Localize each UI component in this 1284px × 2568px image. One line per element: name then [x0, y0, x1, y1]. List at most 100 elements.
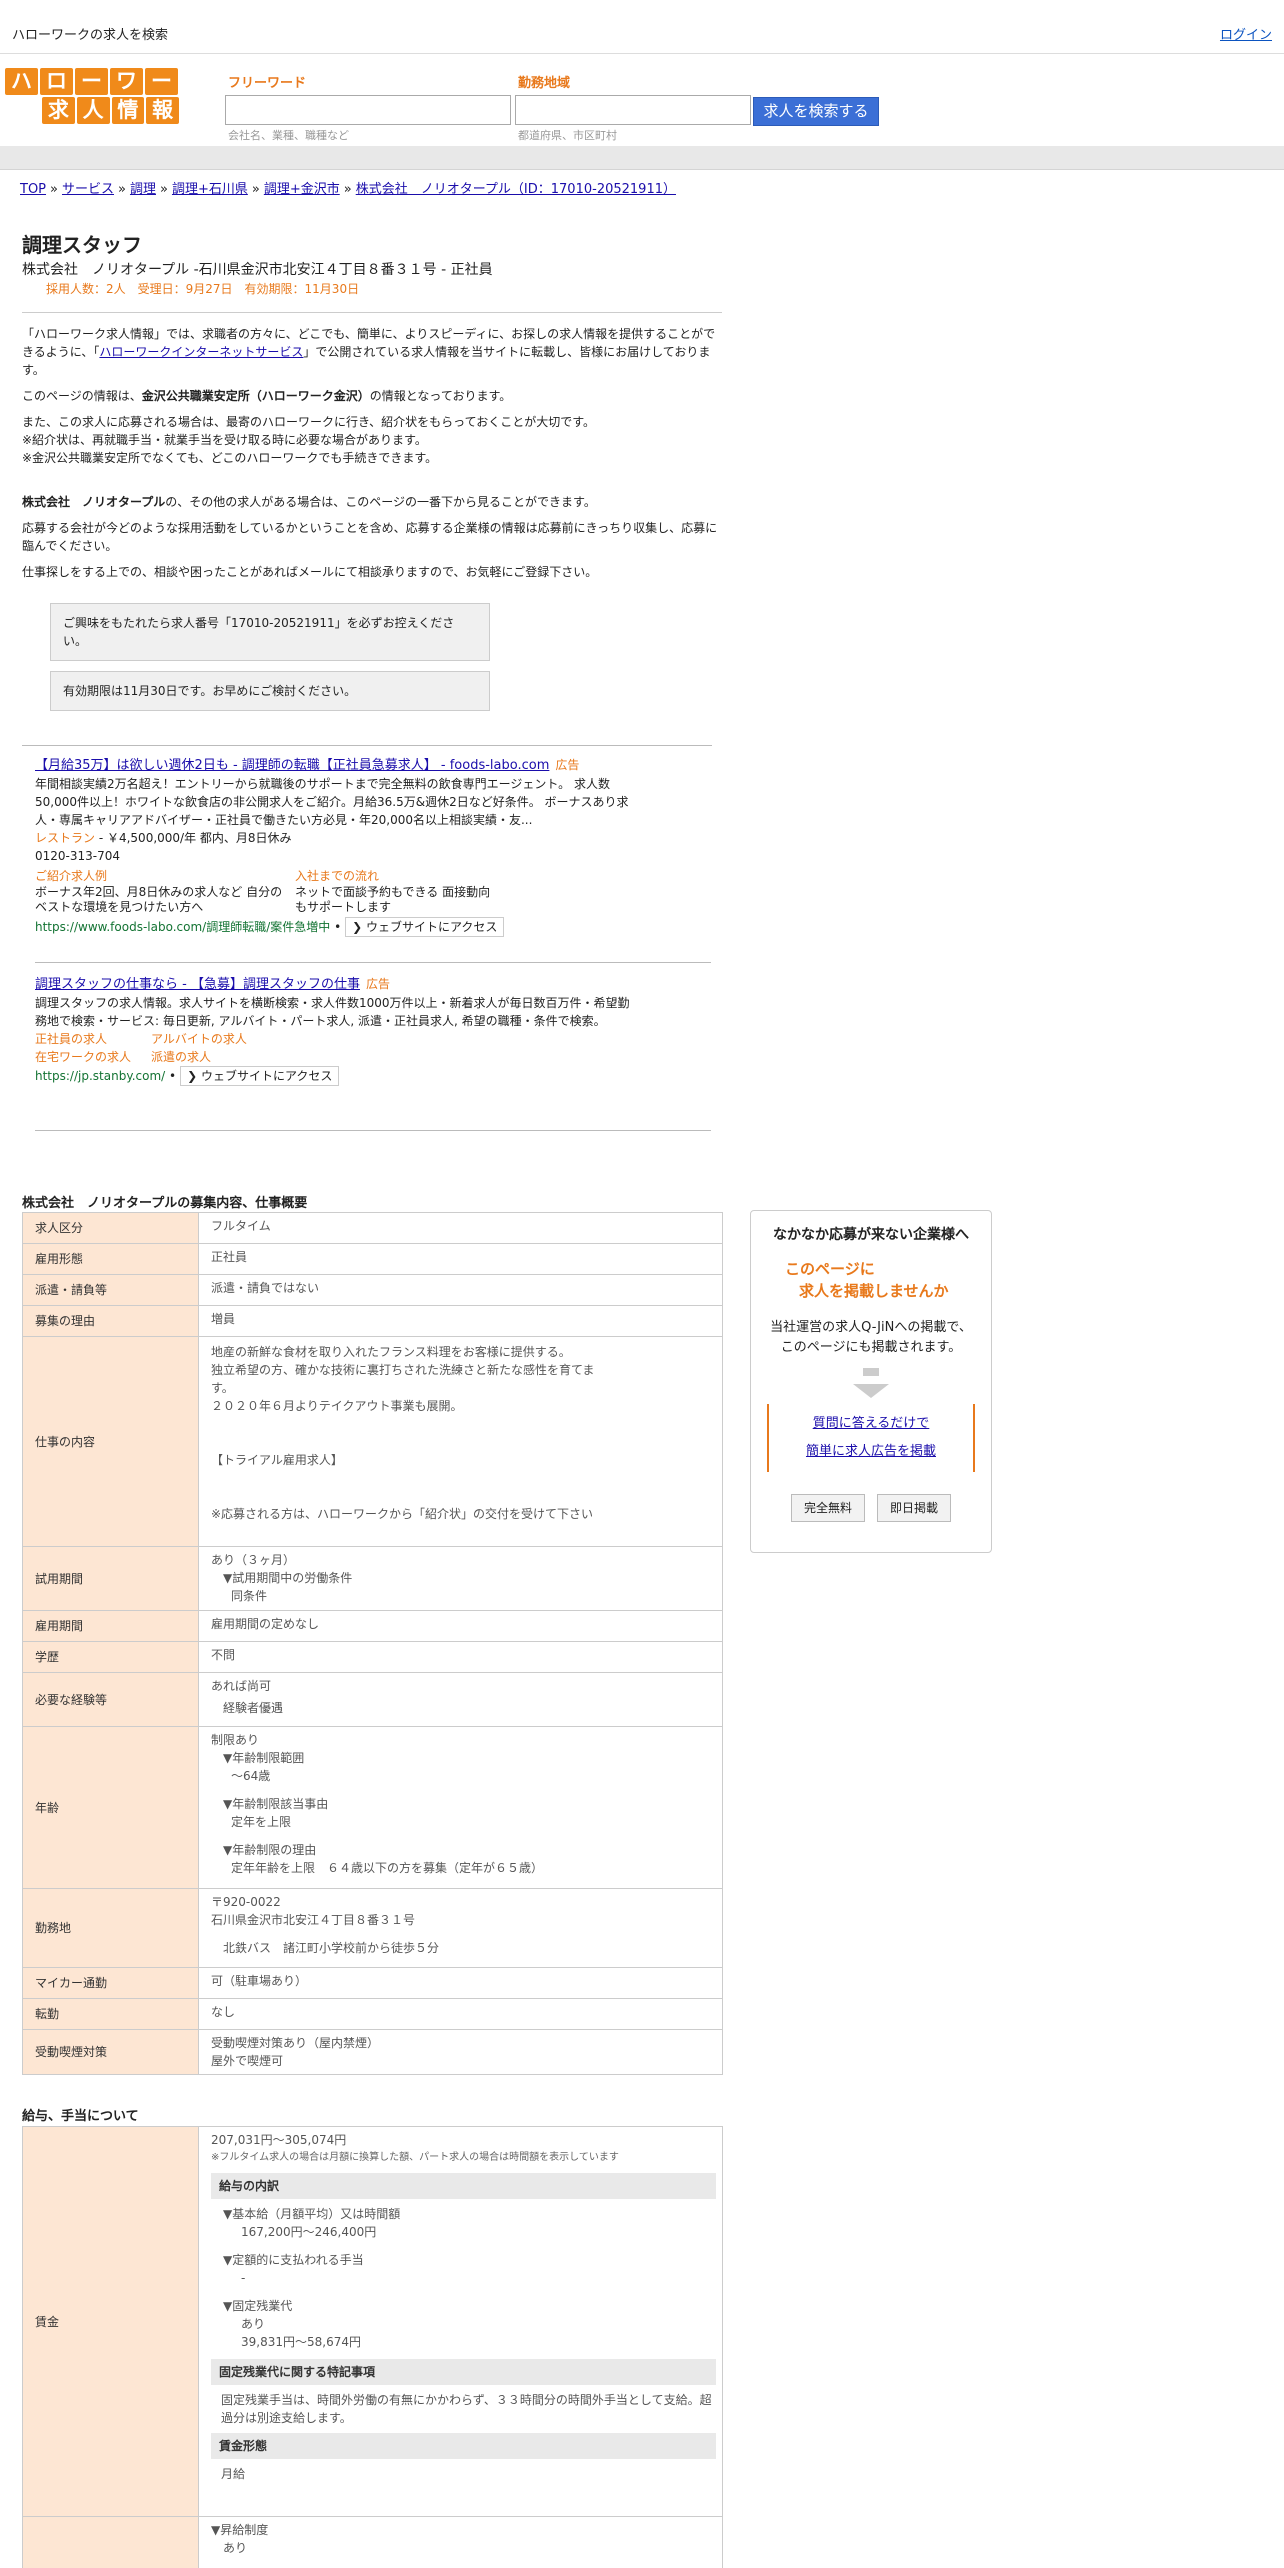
search-button[interactable]: 求人を検索する: [753, 97, 879, 126]
section-title: 給与、手当について: [22, 2109, 139, 2124]
ad-headline[interactable]: 調理スタッフの仕事なら - 【急募】調理スタッフの仕事: [35, 977, 360, 992]
table-row: 雇用期間 雇用期間の定めなし: [22, 1610, 723, 1642]
logo-char: ハ: [5, 68, 38, 95]
ad-sitelinks: 在宅ワークの求人 派遣の求人: [35, 1048, 635, 1066]
section-title: 株式会社 ノリオタープルの募集内容、仕事概要: [22, 1196, 308, 1211]
area-input[interactable]: [515, 95, 751, 125]
free-button[interactable]: 完全無料: [790, 1494, 865, 1522]
promo-buttons: 完全無料 即日掲載: [751, 1494, 991, 1522]
ad-description: 年間相談実績2万名超え！エントリーから就職後のサポートまで完全無料の飲食専門エー…: [35, 777, 629, 827]
notice-box: 有効期限は11月30日です。お早めにご検討ください。: [50, 671, 490, 711]
breadcrumb-link[interactable]: TOP: [20, 182, 46, 197]
intro-paragraph: また、この求人に応募される場合は、最寄のハローワークに行き、紹介状をもらっておく…: [22, 415, 596, 429]
ad-tag: 広告: [555, 758, 580, 772]
ad-extension: レストラン - ￥4,500,000/年 都内、月8日休み: [35, 831, 292, 845]
breadcrumb-link[interactable]: 調理: [130, 182, 156, 197]
intro-paragraph: 応募する会社が今どのような採用活動をしているかということを含め、応募する企業様の…: [22, 521, 718, 553]
ad-url[interactable]: https://www.foods-labo.com/調理師転職/案件急増中: [35, 920, 330, 934]
job-subtitle: 株式会社 ノリオタープル -石川県金沢市北安江４丁目８番３１号 - 正社員: [22, 262, 493, 278]
visit-website-button[interactable]: ❯ ウェブサイトにアクセス: [345, 917, 505, 937]
table-row: 賃金 207,031円〜305,074円 ※フルタイム求人の場合は月額に換算した…: [22, 2126, 723, 2517]
hellowork-link[interactable]: ハローワークインターネットサービス: [99, 345, 303, 359]
ad-sitelink[interactable]: 入社までの流れ ネットで面談予約もできる 面接動向もサポートします: [295, 867, 495, 915]
table-row: 転勤 なし: [22, 1998, 723, 2030]
header: ハ ロ ー ワ ー 求 人 情 報 フリーワード 会社名、業種、職種など 勤務地…: [0, 54, 1284, 146]
sponsored-ad: 調理スタッフの仕事なら - 【急募】調理スタッフの仕事 広告 調理スタッフの求人情…: [35, 975, 635, 1086]
job-summary-table: 求人区分 フルタイム 雇用形態 正社員 派遣・請負等 派遣・請負ではない 募集の理由増…: [22, 1212, 723, 2075]
dot-icon: •: [169, 1069, 177, 1083]
sponsored-ad: 【月給35万】は欲しい週休2日も - 調理師の転職【正社員急募求人】 - foo…: [35, 756, 635, 937]
ad-url[interactable]: https://jp.stanby.com/: [35, 1069, 165, 1083]
table-row: 年齢 制限あり ▼年齢制限範囲 〜64歳 ▼年齢制限該当事由 定年を上限 ▼年齢制限の理由…: [22, 1726, 723, 1889]
arrow-down-icon: [853, 1384, 889, 1398]
arrow-down-icon: [863, 1368, 879, 1376]
logo-char: ワ: [110, 68, 143, 95]
dot-icon: •: [334, 920, 342, 934]
divider: [35, 962, 711, 963]
keyword-label: フリーワード: [228, 76, 307, 91]
job-title: 調理スタッフ: [22, 233, 142, 257]
table-row: 学歴 不問: [22, 1641, 723, 1673]
breadcrumb-link[interactable]: 調理+金沢市: [264, 182, 340, 197]
breadcrumb-link[interactable]: 調理+石川県: [172, 182, 248, 197]
ad-sitelink[interactable]: 在宅ワークの求人: [35, 1048, 151, 1066]
wage-table: 賃金 207,031円〜305,074円 ※フルタイム求人の場合は月額に換算した…: [22, 2126, 723, 2568]
intro-paragraph: このページの情報は、金沢公共職業安定所（ハローワーク金沢）の情報となっております…: [22, 389, 512, 403]
intro-paragraph: 株式会社 ノリオタープルの、その他の求人がある場合は、このページの一番下から見る…: [22, 495, 596, 509]
ad-tag: 広告: [365, 977, 390, 991]
keyword-hint: 会社名、業種、職種など: [228, 129, 349, 142]
intro-note: ※金沢公共職業安定所でなくても、どこのハローワークでも手続きできます。: [22, 451, 438, 465]
area-hint: 都道府県、市区町村: [518, 129, 617, 142]
promo-heading: なかなか応募が来ない企業様へ: [773, 1227, 969, 1243]
breadcrumb-link[interactable]: 株式会社 ノリオタープル（ID：17010-20521911）: [356, 182, 676, 197]
table-row: 雇用形態 正社員: [22, 1243, 723, 1275]
ad-headline[interactable]: 【月給35万】は欲しい週休2日も - 調理師の転職【正社員急募求人】 - foo…: [35, 758, 549, 773]
table-row: 派遣・請負等 派遣・請負ではない: [22, 1274, 723, 1306]
table-row: 仕事の内容 地産の新鮮な食材を取り入れたフランス料理をお客様に提供する。 独立希望…: [22, 1336, 723, 1547]
logo-char: ー: [75, 68, 108, 95]
table-row: ▼昇給制度 あり: [22, 2516, 723, 2568]
ad-sitelink[interactable]: 正社員の求人: [35, 1030, 151, 1048]
wage-note: ※フルタイム求人の場合は月額に換算した額、パート求人の場合は時間額を表示していま…: [211, 2152, 619, 2163]
promo-link[interactable]: 簡単に求人広告を掲載: [806, 1444, 936, 1459]
intro-paragraph: 仕事探しをする上での、相談や困ったことがあればメールにて相談承りますので、お気軽…: [22, 565, 598, 579]
divider: [22, 745, 712, 746]
gray-band: [0, 146, 1284, 170]
table-row: 試用期間 あり（３ヶ月） ▼試用期間中の労働条件 同条件: [22, 1546, 723, 1611]
main-content: 調理スタッフ 株式会社 ノリオタープル -石川県金沢市北安江４丁目８番３１号 -…: [22, 230, 722, 721]
ad-sitelinks: ご紹介求人例 ボーナス年2回、月8日休みの求人など 自分のベストな環境を見つけた…: [35, 867, 635, 915]
ad-description: 調理スタッフの求人情報。求人サイトを横断検索・求人件数1000万件以上・新着求人…: [35, 996, 630, 1028]
table-row: 勤務地 〒920-0022 石川県金沢市北安江４丁目８番３１号 北鉄バス 諸江町小学…: [22, 1888, 723, 1968]
job-meta: 採用人数：2人 受理日：9月27日 有効期限：11月30日: [46, 282, 360, 296]
top-bar: ハローワークの求人を検索 ログイン: [0, 0, 1284, 54]
table-row: 募集の理由 増員: [22, 1305, 723, 1337]
login-link[interactable]: ログイン: [1220, 26, 1272, 46]
divider: [35, 1130, 711, 1131]
breadcrumb: TOP» サービス» 調理» 調理+石川県» 調理+金沢市» 株式会社 ノリオタープル（I…: [20, 182, 676, 197]
promo-link[interactable]: 質問に答えるだけで: [813, 1416, 930, 1431]
same-day-button[interactable]: 即日掲載: [877, 1494, 952, 1522]
logo-char: 報: [146, 97, 179, 124]
notice-box: ご興味をもたれたら求人番号「17010-20521911」を必ずお控えください。: [50, 603, 490, 661]
intro-paragraph: 「ハローワーク求人情報」では、求職者の方々に、どこでも、簡単に、よりスピーディに…: [22, 327, 716, 377]
ad-phone[interactable]: 0120-313-704: [35, 847, 635, 865]
promo-text: 当社運営の求人Q-JiNへの掲載で、 このページにも掲載されます。: [770, 1320, 972, 1355]
promo-headline: このページに 求人を掲載しませんか: [785, 1260, 949, 1300]
visit-website-button[interactable]: ❯ ウェブサイトにアクセス: [180, 1066, 340, 1086]
ad-sitelink[interactable]: 派遣の求人: [151, 1050, 211, 1064]
ad-sitelink[interactable]: アルバイトの求人: [151, 1032, 247, 1046]
logo-char: 求: [42, 97, 75, 124]
divider: [22, 312, 722, 313]
logo-char: 人: [76, 97, 110, 124]
table-row: 受動喫煙対策 受動喫煙対策あり（屋内禁煙） 屋外で喫煙可: [22, 2029, 723, 2075]
keyword-input[interactable]: [225, 95, 511, 125]
intro-note: ※紹介状は、再就職手当・就業手当を受け取る時に必要な場合があります。: [22, 433, 427, 447]
ad-sitelinks: 正社員の求人 アルバイトの求人: [35, 1030, 635, 1048]
ad-sitelink[interactable]: ご紹介求人例 ボーナス年2回、月8日休みの求人など 自分のベストな環境を見つけた…: [35, 867, 285, 915]
site-logo[interactable]: ハ ロ ー ワ ー 求 人 情 報: [5, 68, 181, 124]
table-row: 必要な経験等 あれば尚可 経験者優遇: [22, 1672, 723, 1727]
wage-range: 207,031円〜305,074円: [211, 2133, 347, 2147]
promo-links: 質問に答えるだけで 簡単に求人広告を掲載: [767, 1404, 975, 1472]
logo-char: 情: [111, 97, 145, 124]
breadcrumb-link[interactable]: サービス: [62, 182, 114, 197]
